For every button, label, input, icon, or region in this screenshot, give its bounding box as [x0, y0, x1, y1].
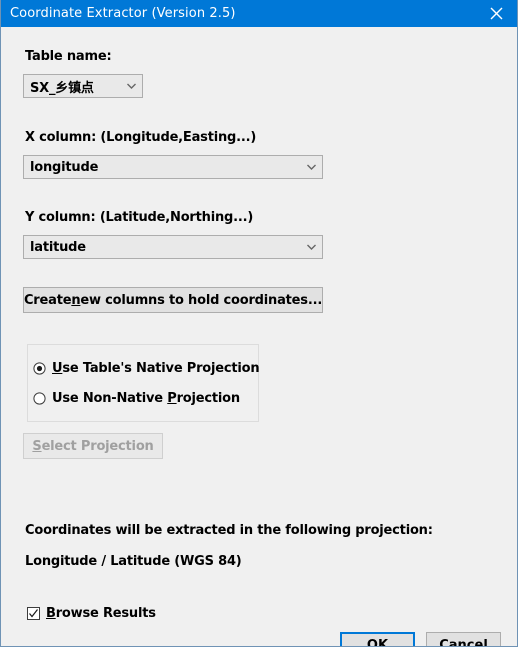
- ok-button[interactable]: OK: [340, 632, 415, 647]
- browse-results-label: Browse Results: [46, 606, 156, 621]
- cancel-accel: C: [439, 638, 449, 647]
- create-columns-suffix: ew columns to hold coordinates...: [80, 292, 323, 308]
- x-column-label: X column: (Longitude,Easting...): [25, 130, 257, 145]
- create-columns-accel: n: [71, 292, 81, 308]
- projection-value-text: Longitude / Latitude (WGS 84): [25, 554, 242, 569]
- create-columns-prefix: Create: [23, 292, 72, 308]
- ok-rest: K: [377, 638, 389, 647]
- y-column-combobox[interactable]: latitude: [23, 235, 323, 259]
- x-column-value: longitude: [30, 159, 99, 175]
- radio-use-non-native-projection[interactable]: Use Non-Native Projection: [33, 391, 240, 406]
- browse-results-accel: B: [46, 606, 56, 621]
- radio-non-native-label: Use Non-Native Projection: [52, 391, 240, 406]
- table-name-label: Table name:: [25, 49, 112, 64]
- radio-native-rest: se Table's Native Projection: [62, 361, 260, 376]
- coordinate-extractor-dialog: Coordinate Extractor (Version 2.5) Table…: [0, 0, 518, 647]
- browse-results-rest: rowse Results: [55, 606, 156, 621]
- radio-use-native-projection[interactable]: Use Table's Native Projection: [33, 361, 260, 376]
- chevron-down-icon: [120, 82, 142, 90]
- chevron-down-icon: [300, 243, 322, 251]
- x-column-combobox[interactable]: longitude: [23, 155, 323, 179]
- radio-selected-icon: [33, 362, 46, 375]
- cancel-button[interactable]: Cancel: [426, 632, 501, 647]
- checkbox-checked-icon: [27, 607, 40, 620]
- projection-group-box: [27, 344, 259, 422]
- radio-non-native-prefix: Use Non-Native: [52, 391, 168, 406]
- radio-non-native-accel: P: [167, 391, 177, 406]
- y-column-label: Y column: (Latitude,Northing...): [25, 210, 254, 225]
- radio-native-accel: U: [52, 361, 63, 376]
- create-new-columns-button[interactable]: Create n ew columns to hold coordinates..…: [23, 287, 323, 313]
- radio-unselected-icon: [33, 392, 46, 405]
- dialog-body: Table name: SX_乡镇点 X column: (Longitude,…: [1, 27, 517, 647]
- radio-native-label: Use Table's Native Projection: [52, 361, 260, 376]
- table-name-value: SX_乡镇点: [30, 80, 94, 96]
- select-projection-accel: S: [32, 438, 42, 454]
- cancel-rest: ancel: [448, 638, 488, 647]
- title-bar: Coordinate Extractor (Version 2.5): [1, 0, 517, 27]
- close-icon[interactable]: [473, 0, 517, 27]
- browse-results-checkbox[interactable]: Browse Results: [27, 606, 156, 621]
- chevron-down-icon: [300, 163, 322, 171]
- select-projection-button[interactable]: Select Projection: [23, 433, 163, 459]
- select-projection-rest: elect Projection: [41, 438, 154, 454]
- window-title: Coordinate Extractor (Version 2.5): [10, 6, 236, 21]
- ok-accel: O: [366, 638, 378, 647]
- y-column-value: latitude: [30, 239, 86, 255]
- table-name-combobox[interactable]: SX_乡镇点: [23, 74, 143, 98]
- projection-intro-text: Coordinates will be extracted in the fol…: [25, 523, 433, 538]
- radio-non-native-suffix: rojection: [176, 391, 241, 406]
